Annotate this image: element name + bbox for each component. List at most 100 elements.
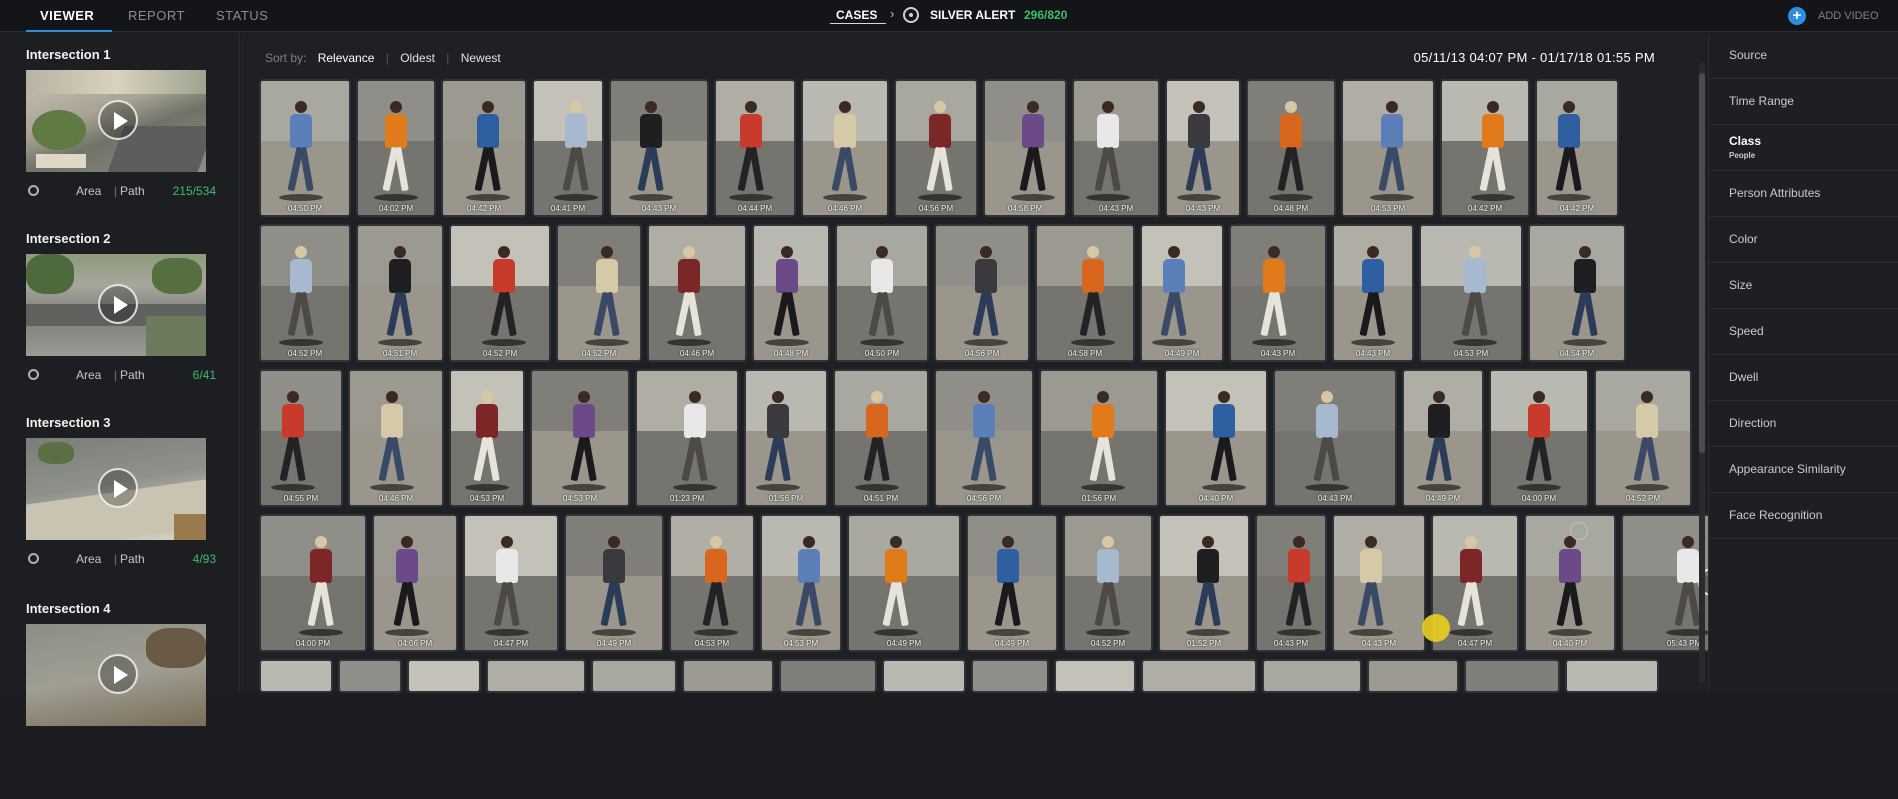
result-tile[interactable] xyxy=(1264,661,1360,691)
result-tile[interactable]: 04:48 PM xyxy=(754,226,828,360)
result-tile[interactable]: 04:49 PM xyxy=(566,516,662,650)
result-tile[interactable]: 04:42 PM xyxy=(1537,81,1617,215)
add-icon[interactable]: + xyxy=(1788,7,1806,25)
filter-dwell[interactable]: Dwell xyxy=(1709,355,1898,401)
result-tile[interactable]: 04:51 PM xyxy=(358,226,442,360)
result-tile[interactable]: 04:52 PM xyxy=(261,226,349,360)
result-tile[interactable]: 04:53 PM xyxy=(1421,226,1521,360)
path-link[interactable]: Path xyxy=(120,184,145,198)
filter-speed[interactable]: Speed xyxy=(1709,309,1898,355)
camera-card[interactable]: Intersection 2 Area | Path 6/41 xyxy=(26,231,216,384)
result-tile[interactable]: 04:49 PM xyxy=(1142,226,1222,360)
play-icon[interactable] xyxy=(98,284,138,324)
result-tile[interactable]: 04:44 PM xyxy=(716,81,794,215)
result-tile[interactable] xyxy=(973,661,1047,691)
result-tile[interactable] xyxy=(684,661,772,691)
result-tile[interactable] xyxy=(1567,661,1657,691)
result-tile[interactable] xyxy=(1369,661,1457,691)
result-tile[interactable]: 04:56 PM xyxy=(936,226,1028,360)
result-tile[interactable]: 04:42 PM xyxy=(443,81,525,215)
result-tile[interactable]: 04:43 PM xyxy=(1334,226,1412,360)
sort-oldest[interactable]: Oldest xyxy=(400,51,435,65)
result-tile[interactable]: 04:02 PM xyxy=(358,81,434,215)
result-tile[interactable]: 04:46 PM xyxy=(649,226,745,360)
camera-card[interactable]: Intersection 4 xyxy=(26,601,216,726)
sort-relevance[interactable]: Relevance xyxy=(318,51,375,65)
result-tile[interactable]: 04:46 PM xyxy=(803,81,887,215)
area-link[interactable]: Area xyxy=(76,368,101,382)
result-tile[interactable]: 04:58 PM xyxy=(1037,226,1133,360)
filter-appearance-similarity[interactable]: Appearance Similarity xyxy=(1709,447,1898,493)
result-tile[interactable]: 04:56 PM xyxy=(936,371,1032,505)
result-tile[interactable]: 04:43 PM xyxy=(1257,516,1325,650)
result-tile[interactable]: 04:53 PM xyxy=(532,371,628,505)
sort-newest[interactable]: Newest xyxy=(461,51,501,65)
result-tile[interactable]: 01:52 PM xyxy=(1160,516,1248,650)
result-tile[interactable]: 04:54 PM xyxy=(1530,226,1624,360)
result-tile[interactable]: 04:51 PM xyxy=(835,371,927,505)
result-tile[interactable] xyxy=(1466,661,1558,691)
select-toggle[interactable] xyxy=(1570,522,1588,540)
breadcrumb-cases[interactable]: CASES xyxy=(836,8,877,22)
result-tile[interactable]: 04:52 PM xyxy=(1065,516,1151,650)
result-tile[interactable]: 04:40 PM xyxy=(1166,371,1266,505)
result-tile[interactable]: 01:56 PM xyxy=(1041,371,1157,505)
camera-thumbnail[interactable] xyxy=(26,254,206,356)
result-tile[interactable]: 04:43 PM xyxy=(1334,516,1424,650)
result-tile[interactable]: 04:52 PM xyxy=(451,226,549,360)
tab-viewer[interactable]: VIEWER xyxy=(40,8,94,23)
result-tile[interactable]: 04:56 PM xyxy=(896,81,976,215)
result-tile[interactable]: 04:43 PM xyxy=(1167,81,1239,215)
filter-person-attributes[interactable]: Person Attributes xyxy=(1709,171,1898,217)
result-tile[interactable]: 04:43 PM xyxy=(1074,81,1158,215)
filter-time-range[interactable]: Time Range xyxy=(1709,79,1898,125)
play-icon[interactable] xyxy=(98,100,138,140)
result-tile[interactable] xyxy=(781,661,875,691)
result-tile[interactable] xyxy=(261,661,331,691)
result-tile[interactable] xyxy=(488,661,584,691)
result-tile[interactable]: 04:49 PM xyxy=(968,516,1056,650)
filter-color[interactable]: Color xyxy=(1709,217,1898,263)
result-tile[interactable]: 04:50 PM xyxy=(261,81,349,215)
result-tile[interactable] xyxy=(1143,661,1255,691)
result-tile[interactable] xyxy=(340,661,400,691)
result-tile[interactable]: 04:53 PM xyxy=(451,371,523,505)
camera-thumbnail[interactable] xyxy=(26,70,206,172)
add-video-button[interactable]: ADD VIDEO xyxy=(1818,10,1879,22)
result-tile[interactable]: 04:50 PM xyxy=(837,226,927,360)
path-link[interactable]: Path xyxy=(120,368,145,382)
camera-card[interactable]: Intersection 3 Area | Path 4/93 xyxy=(26,415,216,568)
filter-face-recognition[interactable]: Face Recognition xyxy=(1709,493,1898,539)
tab-status[interactable]: STATUS xyxy=(216,8,268,23)
filter-direction[interactable]: Direction xyxy=(1709,401,1898,447)
result-tile[interactable]: 04:00 PM xyxy=(261,516,365,650)
filter-source[interactable]: Source xyxy=(1709,33,1898,79)
result-tile[interactable]: 04:47 PM xyxy=(465,516,557,650)
camera-card[interactable]: Intersection 1 Area | Path 215/534 xyxy=(26,47,216,200)
area-link[interactable]: Area xyxy=(76,552,101,566)
result-tile[interactable]: 04:48 PM xyxy=(1248,81,1334,215)
tab-report[interactable]: REPORT xyxy=(128,8,185,23)
result-tile[interactable] xyxy=(1056,661,1134,691)
result-tile[interactable]: 04:00 PM xyxy=(1491,371,1587,505)
date-range[interactable]: 05/11/13 04:07 PM - 01/17/18 01:55 PM xyxy=(1414,50,1655,65)
filter-class[interactable]: Class People xyxy=(1709,125,1898,171)
result-tile[interactable] xyxy=(884,661,964,691)
play-icon[interactable] xyxy=(98,468,138,508)
result-tile[interactable]: 04:55 PM xyxy=(261,371,341,505)
result-tile[interactable]: 01:56 PM xyxy=(746,371,826,505)
result-tile[interactable]: 04:06 PM xyxy=(374,516,456,650)
result-tile[interactable]: 04:43 PM xyxy=(611,81,707,215)
result-tile[interactable]: 04:53 PM xyxy=(762,516,840,650)
result-tile[interactable]: 04:43 PM xyxy=(1275,371,1395,505)
result-tile[interactable]: 04:43 PM xyxy=(1231,226,1325,360)
result-tile[interactable]: 04:53 PM xyxy=(1343,81,1433,215)
play-icon[interactable] xyxy=(98,654,138,694)
result-tile[interactable]: 04:58 PM xyxy=(985,81,1065,215)
result-tile[interactable]: 04:40 PM xyxy=(1526,516,1614,650)
result-tile[interactable]: 04:42 PM xyxy=(1442,81,1528,215)
filter-size[interactable]: Size xyxy=(1709,263,1898,309)
result-tile[interactable]: 04:46 PM xyxy=(350,371,442,505)
result-tile[interactable]: 04:49 PM xyxy=(1404,371,1482,505)
result-tile[interactable]: 01:23 PM xyxy=(637,371,737,505)
